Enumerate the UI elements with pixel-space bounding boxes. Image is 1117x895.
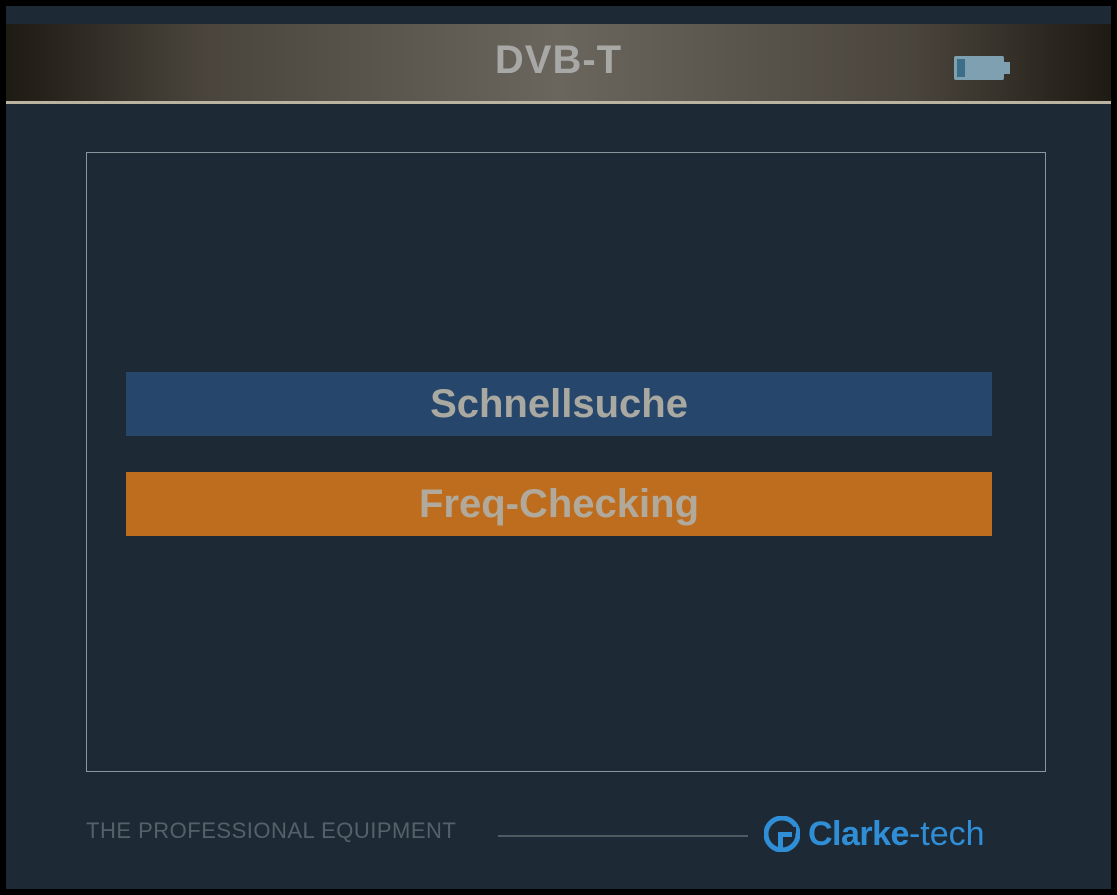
brand-logo: Clarke -tech <box>764 812 985 856</box>
clarke-tech-logo-icon <box>764 816 800 852</box>
brand-name: Clarke <box>808 814 909 853</box>
footer-tagline: THE PROFESSIONAL EQUIPMENT <box>86 818 457 843</box>
footer-divider <box>498 835 748 837</box>
battery-icon <box>954 56 1010 80</box>
menu-frame <box>86 152 1046 772</box>
menu-item-schnellsuche[interactable]: Schnellsuche <box>126 372 992 436</box>
tv-screen: DVB-T <box>6 6 1111 889</box>
battery-level <box>957 59 965 77</box>
header-bar: DVB-T <box>6 24 1111 104</box>
brand-suffix: -tech <box>908 814 985 853</box>
page-title: DVB-T <box>494 38 623 82</box>
battery-tip <box>1004 62 1010 74</box>
menu-item-freq-checking[interactable]: Freq-Checking <box>126 472 992 536</box>
